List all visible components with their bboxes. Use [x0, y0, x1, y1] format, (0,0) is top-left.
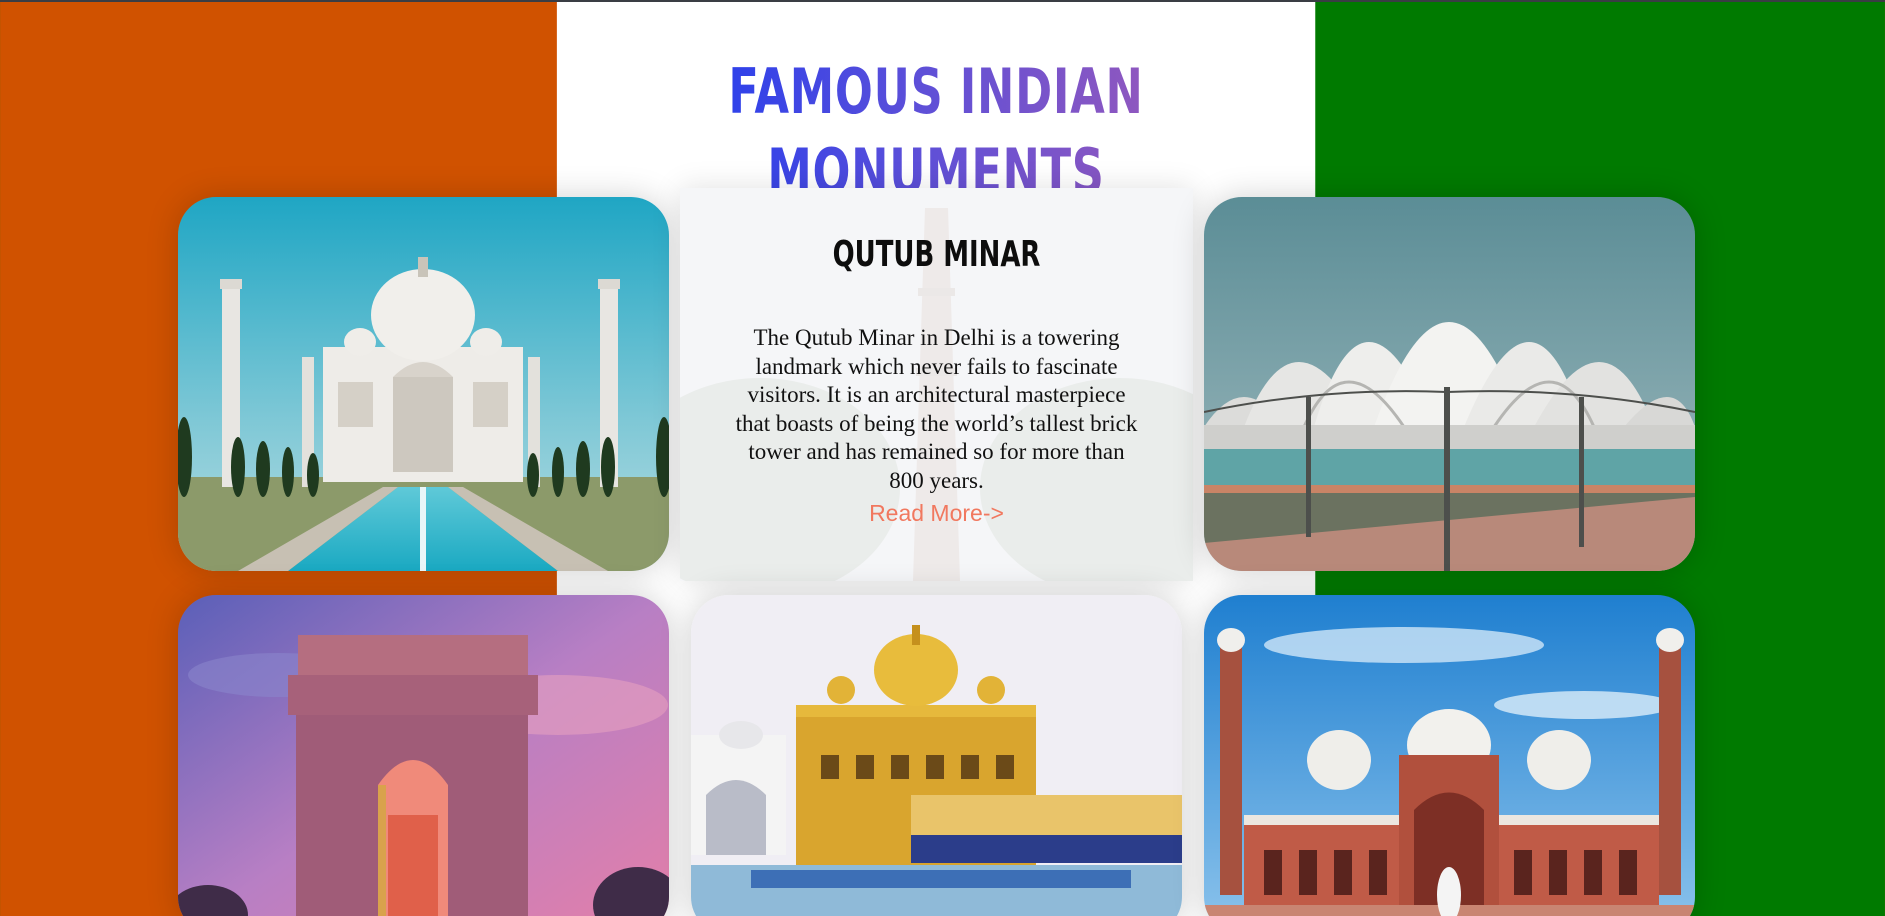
card-taj-mahal[interactable]: [178, 197, 669, 571]
jama-masjid-image: [1204, 595, 1695, 916]
india-gate-image: [178, 595, 669, 916]
card-golden-temple[interactable]: [691, 595, 1182, 916]
featured-description: The Qutub Minar in Delhi is a towering l…: [735, 325, 1138, 493]
card-india-gate[interactable]: [178, 595, 669, 916]
card-lotus-temple[interactable]: [1204, 197, 1695, 571]
read-more-link[interactable]: Read More->: [680, 500, 1193, 527]
golden-temple-image: [691, 595, 1182, 916]
taj-mahal-image: [178, 197, 669, 571]
lotus-temple-image: [1204, 197, 1695, 571]
top-border: [0, 0, 1885, 2]
card-jama-masjid[interactable]: [1204, 595, 1695, 916]
featured-title: QUTUB MINAR: [832, 234, 1041, 275]
card-qutub-minar[interactable]: QUTUB MINAR The Qutub Minar in Delhi is …: [680, 188, 1193, 581]
